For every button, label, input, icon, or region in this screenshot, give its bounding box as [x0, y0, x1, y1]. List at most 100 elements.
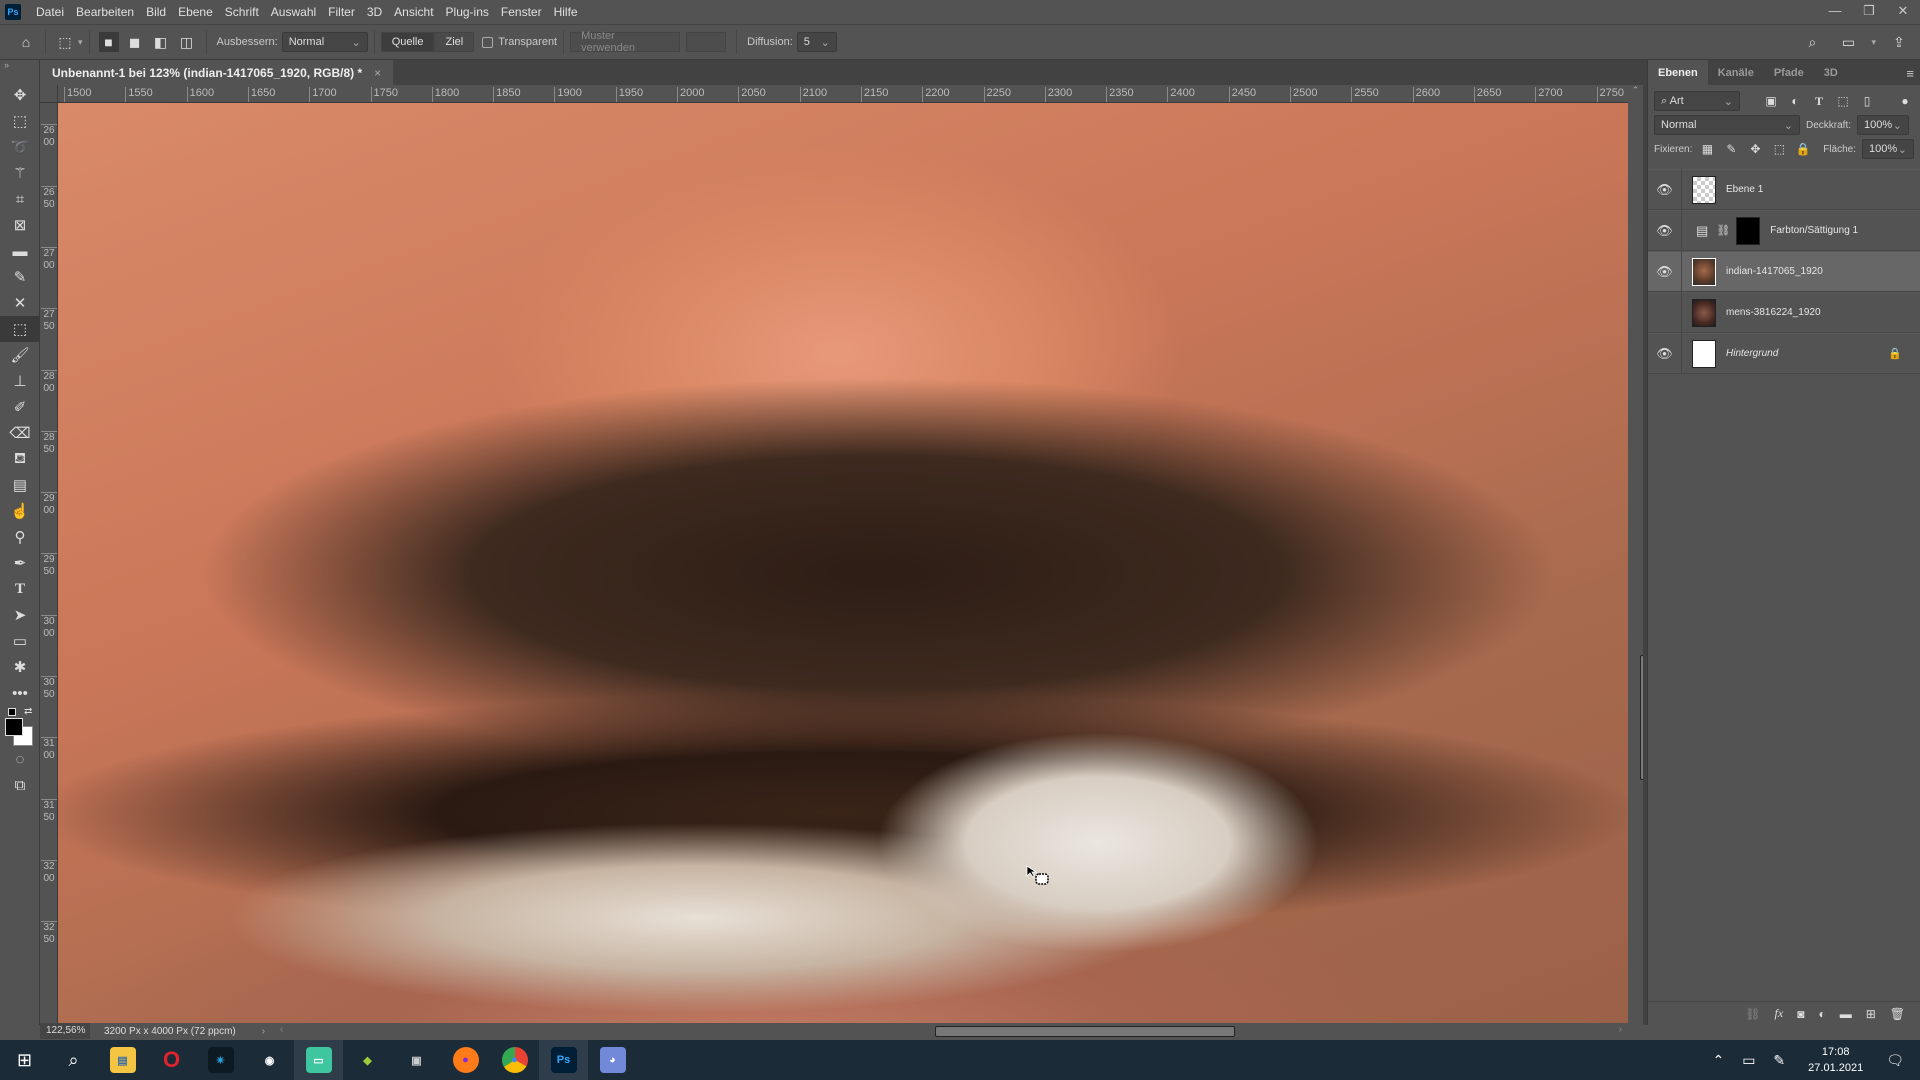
- layer-row[interactable]: mens-3816224_1920: [1648, 292, 1920, 333]
- layer-lock-icon[interactable]: 🔒: [1888, 347, 1902, 360]
- ruler-origin[interactable]: [40, 85, 58, 103]
- taskbar-search-icon[interactable]: ⌕: [49, 1040, 98, 1080]
- mask-thumbnail[interactable]: [1736, 216, 1761, 245]
- delete-layer-icon[interactable]: 🗑: [1890, 1007, 1905, 1021]
- quelle-button[interactable]: Quelle: [380, 32, 435, 52]
- windows-start-icon[interactable]: ⊞: [0, 1040, 49, 1080]
- pattern-picker[interactable]: [686, 32, 727, 52]
- tray-expand-icon[interactable]: ⌃: [1712, 1052, 1724, 1069]
- preset-dropdown-icon[interactable]: ▾: [78, 37, 83, 48]
- filter-pixel-icon[interactable]: ▣: [1762, 94, 1780, 108]
- filter-adjustment-icon[interactable]: ◐: [1786, 94, 1804, 108]
- layer-name[interactable]: Farbton/Sättigung 1: [1770, 225, 1858, 236]
- paint-bucket-tool-icon[interactable]: ⛾: [0, 446, 40, 472]
- scroll-left-icon[interactable]: ‹: [280, 1024, 283, 1035]
- muster-verwenden-button[interactable]: Muster verwenden: [570, 30, 681, 54]
- subtract-selection-icon[interactable]: ◧: [151, 32, 171, 52]
- screen-mode-icon[interactable]: ⧉: [0, 772, 40, 798]
- quick-mask-icon[interactable]: ◌: [0, 746, 40, 772]
- layer-name[interactable]: indian-1417065_1920: [1726, 266, 1823, 277]
- workspace-dropdown-icon[interactable]: ▾: [1871, 37, 1876, 48]
- horizontal-scroll-thumb[interactable]: [935, 1026, 1235, 1037]
- menu-3d[interactable]: 3D: [361, 0, 388, 24]
- add-selection-icon[interactable]: ◼: [125, 32, 145, 52]
- filter-shape-icon[interactable]: ⬚: [1834, 94, 1852, 108]
- battlenet-icon[interactable]: ✴: [196, 1040, 245, 1080]
- lock-position-icon[interactable]: ✥: [1746, 142, 1764, 156]
- link-layers-icon[interactable]: ⛓: [1745, 1007, 1760, 1021]
- share-icon[interactable]: ⇪: [1889, 32, 1909, 52]
- firefox-icon[interactable]: ●: [441, 1040, 490, 1080]
- layer-row[interactable]: 👁 Hintergrund 🔒: [1648, 333, 1920, 374]
- layer-row[interactable]: 👁 Ebene 1: [1648, 169, 1920, 210]
- menu-datei[interactable]: Datei: [30, 0, 70, 24]
- color-swatches[interactable]: ⇄: [0, 706, 39, 746]
- horizontal-scrollbar[interactable]: ‹ ›: [280, 1023, 1628, 1039]
- home-icon[interactable]: ⌂: [16, 32, 36, 52]
- gradient-tool-icon[interactable]: ▤: [0, 472, 40, 498]
- opacity-input[interactable]: 100% ⌄: [1857, 115, 1910, 135]
- search-icon[interactable]: ⌕: [1802, 32, 1822, 52]
- lock-artboard-icon[interactable]: ⬚: [1770, 142, 1788, 156]
- default-colors-icon[interactable]: [8, 708, 16, 716]
- meet-now-icon[interactable]: ▭: [1742, 1052, 1755, 1069]
- menu-auswahl[interactable]: Auswahl: [265, 0, 322, 24]
- frame-tool-icon[interactable]: ⊠: [0, 212, 40, 238]
- horizontal-ruler[interactable]: 1500 1550 1600 1650 1700 1750 1800 1850 1900 1950…: [58, 85, 1628, 103]
- close-window-button[interactable]: ✕: [1886, 0, 1920, 24]
- chrome-icon[interactable]: ●: [490, 1040, 539, 1080]
- smudge-tool-icon[interactable]: ☝: [0, 498, 40, 524]
- status-menu-arrow-icon[interactable]: ›: [262, 1026, 265, 1037]
- document-tab[interactable]: Unbenannt-1 bei 123% (indian-1417065_192…: [40, 60, 394, 85]
- vertical-scrollbar[interactable]: ⌃: [1628, 85, 1650, 1023]
- fx-icon[interactable]: fx: [1775, 1006, 1784, 1021]
- menu-bild[interactable]: Bild: [140, 0, 172, 24]
- lock-transparency-icon[interactable]: ▦: [1698, 142, 1716, 156]
- layer-row-selected[interactable]: 👁 indian-1417065_1920: [1648, 251, 1920, 292]
- visibility-toggle-off[interactable]: [1648, 292, 1682, 333]
- filter-smartobject-icon[interactable]: ▯: [1858, 94, 1876, 108]
- collapse-toolbar-icon[interactable]: »: [0, 60, 39, 82]
- menu-filter[interactable]: Filter: [322, 0, 361, 24]
- new-group-icon[interactable]: ▬: [1840, 1007, 1852, 1021]
- lasso-tool-icon[interactable]: ➰: [0, 134, 40, 160]
- new-selection-icon[interactable]: ■: [98, 32, 119, 52]
- crop-tool-icon[interactable]: ⌗: [0, 186, 40, 212]
- bluestacks-icon[interactable]: ◆: [343, 1040, 392, 1080]
- stamp-tool-icon[interactable]: ⊥: [0, 368, 40, 394]
- rectangle-tool-icon[interactable]: ▭: [0, 628, 40, 654]
- intersect-selection-icon[interactable]: ◫: [177, 32, 197, 52]
- move-tool-icon[interactable]: ✥: [0, 82, 40, 108]
- visibility-eye-icon[interactable]: 👁: [1648, 333, 1682, 374]
- pen-workspace-icon[interactable]: ✎: [1773, 1052, 1785, 1069]
- layer-name[interactable]: Ebene 1: [1726, 184, 1763, 195]
- magic-wand-tool-icon[interactable]: ⚚: [0, 160, 40, 186]
- photoshop-taskbar-icon[interactable]: Ps: [539, 1040, 588, 1080]
- menu-ansicht[interactable]: Ansicht: [388, 0, 439, 24]
- restore-button[interactable]: ❐: [1852, 0, 1886, 24]
- marquee-tool-icon[interactable]: ⬚: [0, 108, 40, 134]
- vertical-ruler[interactable]: 2550260026502700275028002850290029503000…: [40, 103, 58, 1023]
- foreground-color-swatch[interactable]: [5, 718, 23, 736]
- tab-ebenen[interactable]: Ebenen: [1648, 60, 1708, 85]
- tab-3d[interactable]: 3D: [1814, 60, 1848, 85]
- fill-input[interactable]: 100% ⌄: [1862, 139, 1914, 159]
- clock[interactable]: 17:08 27.01.2021: [1808, 1044, 1863, 1076]
- layer-row[interactable]: 👁 ▤ ⛓ Farbton/Sättigung 1: [1648, 210, 1920, 251]
- checkbox-box[interactable]: [482, 36, 494, 48]
- visibility-eye-icon[interactable]: 👁: [1648, 210, 1682, 251]
- ruler-tool-icon[interactable]: ▬: [0, 238, 40, 264]
- new-layer-icon[interactable]: ⊞: [1866, 1007, 1876, 1021]
- layer-filter-select[interactable]: ⌕ Art ⌄: [1654, 91, 1740, 111]
- custom-shape-tool-icon[interactable]: ✱: [0, 654, 40, 680]
- panel-menu-icon[interactable]: ≡: [1906, 66, 1914, 81]
- eyedropper-tool-icon[interactable]: ✎: [0, 264, 40, 290]
- pen-tool-icon[interactable]: ✒: [0, 550, 40, 576]
- path-selection-tool-icon[interactable]: ➤: [0, 602, 40, 628]
- menu-fenster[interactable]: Fenster: [495, 0, 548, 24]
- discord-icon[interactable]: ◕: [588, 1040, 637, 1080]
- ziel-button[interactable]: Ziel: [434, 32, 475, 52]
- filter-toggle-icon[interactable]: ●: [1896, 94, 1914, 108]
- menu-hilfe[interactable]: Hilfe: [548, 0, 584, 24]
- menu-ebene[interactable]: Ebene: [172, 0, 219, 24]
